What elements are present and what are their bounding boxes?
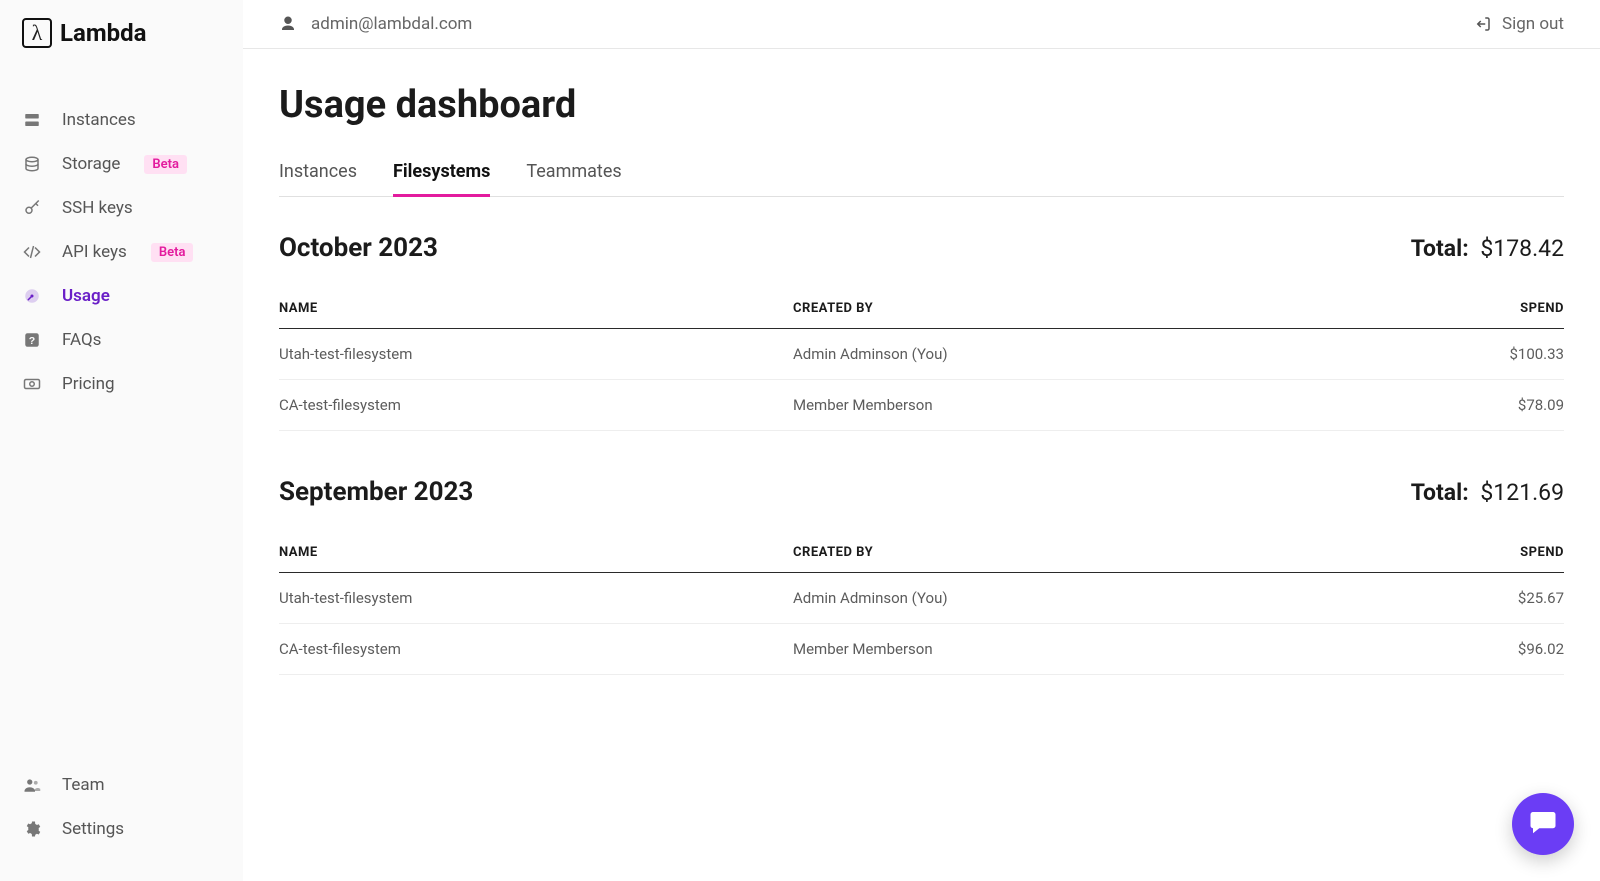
user-email: admin@lambdal.com <box>311 14 472 34</box>
cell-spend: $100.33 <box>1333 329 1564 380</box>
cell-spend: $25.67 <box>1333 573 1564 624</box>
svg-text:?: ? <box>29 335 35 347</box>
sidebar-item-sshkeys[interactable]: SSH keys <box>0 186 243 230</box>
usage-period: October 2023 Total: $178.42 NAMECREATED BY… <box>279 233 1564 431</box>
sidebar-item-label: Pricing <box>62 376 115 393</box>
cell-name: Utah-test-filesystem <box>279 329 793 380</box>
signout-label: Sign out <box>1502 14 1564 34</box>
period-total-value: $121.69 <box>1475 479 1564 506</box>
period-total: Total: $121.69 <box>1411 479 1564 506</box>
cell-created-by: Admin Adminson (You) <box>793 329 1333 380</box>
gauge-icon <box>22 286 42 306</box>
beta-badge: Beta <box>151 243 194 262</box>
col-name: NAME <box>279 533 793 573</box>
col-created_by: CREATED BY <box>793 289 1333 329</box>
money-icon <box>22 374 42 394</box>
current-user[interactable]: admin@lambdal.com <box>279 14 472 34</box>
team-icon <box>22 775 42 795</box>
period-title: September 2023 <box>279 477 473 507</box>
usage-periods: October 2023Total: $178.42NAMECREATED BY… <box>279 233 1564 675</box>
cell-name: CA-test-filesystem <box>279 624 793 675</box>
table-row: Utah-test-filesystemAdmin Adminson (You)… <box>279 329 1564 380</box>
usage-table: NAMECREATED BYSPENDUtah-test-filesystemA… <box>279 533 1564 675</box>
cell-created-by: Member Memberson <box>793 380 1333 431</box>
sidebar-item-settings[interactable]: Settings <box>0 807 243 851</box>
sidebar-item-instances[interactable]: Instances <box>0 98 243 142</box>
table-row: CA-test-filesystemMember Memberson$96.02 <box>279 624 1564 675</box>
cell-spend: $96.02 <box>1333 624 1564 675</box>
table-row: CA-test-filesystemMember Memberson$78.09 <box>279 380 1564 431</box>
tab-teammates[interactable]: Teammates <box>526 161 621 197</box>
topbar: admin@lambdal.com Sign out <box>243 0 1600 49</box>
sidebar-item-pricing[interactable]: Pricing <box>0 362 243 406</box>
signout-button[interactable]: Sign out <box>1474 14 1564 34</box>
server-icon <box>22 110 42 130</box>
cell-created-by: Member Memberson <box>793 624 1333 675</box>
sidebar-item-usage[interactable]: Usage <box>0 274 243 318</box>
page-content: Usage dashboard Instances Filesystems Team… <box>243 49 1600 761</box>
user-icon <box>279 15 297 33</box>
gear-icon <box>22 819 42 839</box>
period-header: September 2023 Total: $121.69 <box>279 477 1564 507</box>
table-row: Utah-test-filesystemAdmin Adminson (You)… <box>279 573 1564 624</box>
cell-name: Utah-test-filesystem <box>279 573 793 624</box>
sidebar-item-label: Storage <box>62 156 120 173</box>
period-total-value: $178.42 <box>1475 235 1564 262</box>
usage-table: NAMECREATED BYSPENDUtah-test-filesystemA… <box>279 289 1564 431</box>
chat-launcher-button[interactable] <box>1512 793 1574 855</box>
period-title: October 2023 <box>279 233 438 263</box>
col-name: NAME <box>279 289 793 329</box>
period-total-label: Total: <box>1411 235 1469 262</box>
signout-icon <box>1474 15 1492 33</box>
disk-icon <box>22 154 42 174</box>
sidebar-item-label: SSH keys <box>62 200 133 217</box>
cell-name: CA-test-filesystem <box>279 380 793 431</box>
page-title: Usage dashboard <box>279 83 1564 127</box>
cell-spend: $78.09 <box>1333 380 1564 431</box>
beta-badge: Beta <box>144 155 187 174</box>
sidebar-item-apikeys[interactable]: API keys Beta <box>0 230 243 274</box>
sidebar-item-faqs[interactable]: ? FAQs <box>0 318 243 362</box>
sidebar-item-team[interactable]: Team <box>0 763 243 807</box>
tab-filesystems[interactable]: Filesystems <box>393 161 490 197</box>
brand-name: Lambda <box>60 19 146 47</box>
code-icon <box>22 242 42 262</box>
sidebar-item-label: Settings <box>62 821 124 838</box>
cell-created-by: Admin Adminson (You) <box>793 573 1333 624</box>
tabs: Instances Filesystems Teammates <box>279 161 1564 197</box>
chat-icon <box>1528 807 1558 841</box>
period-header: October 2023 Total: $178.42 <box>279 233 1564 263</box>
col-spend: SPEND <box>1333 533 1564 573</box>
main-area: admin@lambdal.com Sign out Usage dashboa… <box>243 0 1600 881</box>
help-icon: ? <box>22 330 42 350</box>
lambda-logo-icon: λ <box>22 18 52 48</box>
sidebar-item-label: FAQs <box>62 332 101 349</box>
sidebar-item-label: Team <box>62 777 105 794</box>
sidebar-item-label: Usage <box>62 288 110 305</box>
sidebar-item-storage[interactable]: Storage Beta <box>0 142 243 186</box>
sidebar-item-label: API keys <box>62 244 127 261</box>
tab-instances[interactable]: Instances <box>279 161 357 197</box>
col-created_by: CREATED BY <box>793 533 1333 573</box>
brand-logo[interactable]: λ Lambda <box>0 0 243 58</box>
sidebar-nav-bottom: Team Settings <box>0 763 243 851</box>
col-spend: SPEND <box>1333 289 1564 329</box>
sidebar-item-label: Instances <box>62 112 136 129</box>
sidebar: λ Lambda Instances Storage Beta SSH keys API… <box>0 0 243 881</box>
key-icon <box>22 198 42 218</box>
period-total: Total: $178.42 <box>1411 235 1564 262</box>
period-total-label: Total: <box>1411 479 1469 506</box>
sidebar-nav: Instances Storage Beta SSH keys API keys Beta… <box>0 98 243 406</box>
usage-period: September 2023 Total: $121.69 NAMECREATED … <box>279 477 1564 675</box>
